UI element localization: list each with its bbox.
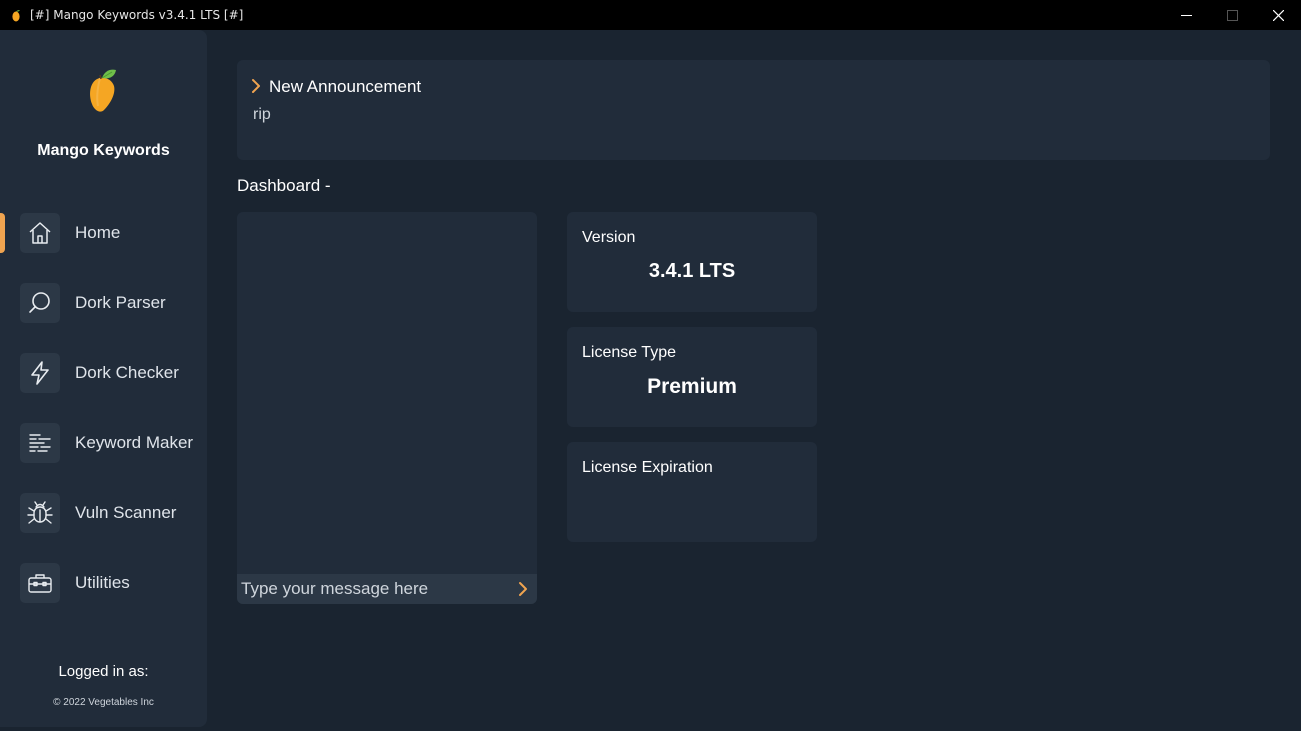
sidebar-item-keyword-maker[interactable]: Keyword Maker: [0, 421, 207, 465]
mango-app-icon: [10, 8, 22, 22]
announcement-title: New Announcement: [269, 77, 422, 96]
sidebar-item-label: Utilities: [75, 573, 130, 592]
sidebar-item-label: Home: [75, 223, 121, 242]
search-icon: [20, 283, 60, 323]
dashboard-title: Dashboard -: [237, 176, 331, 195]
active-indicator: [0, 213, 5, 253]
mango-logo-icon: [86, 66, 122, 116]
home-icon: [20, 213, 60, 253]
bug-icon: [20, 493, 60, 533]
window-title: [#] Mango Keywords v3.4.1 LTS [#]: [30, 8, 244, 22]
brand-name: Mango Keywords: [37, 142, 170, 159]
lightning-icon: [20, 353, 60, 393]
version-label: Version: [582, 229, 636, 246]
maximize-button[interactable]: [1209, 0, 1255, 30]
sidebar-item-label: Dork Parser: [75, 293, 166, 312]
license-type-label: License Type: [582, 344, 676, 361]
sidebar-item-dork-checker[interactable]: Dork Checker: [0, 351, 207, 395]
maximize-icon: [1226, 9, 1238, 21]
chevron-right-icon[interactable]: [251, 78, 261, 99]
close-button[interactable]: [1255, 0, 1301, 30]
window-controls: [1163, 0, 1301, 30]
minimize-icon: [1180, 14, 1192, 16]
copyright-text: © 2022 Vegetables Inc: [53, 697, 154, 708]
sidebar-item-label: Keyword Maker: [75, 433, 194, 452]
sidebar: Mango Keywords Home Dork Parser Dork Che…: [0, 30, 207, 727]
license-expiration-label: License Expiration: [582, 459, 713, 476]
title-bar: [#] Mango Keywords v3.4.1 LTS [#]: [0, 0, 1301, 30]
license-type-card: License Type Premium: [567, 327, 817, 427]
toolbox-icon: [20, 563, 60, 603]
version-card: Version 3.4.1 LTS: [567, 212, 817, 312]
logged-in-label: Logged in as:: [58, 663, 149, 680]
license-expiration-card: License Expiration: [567, 442, 817, 542]
version-value: 3.4.1 LTS: [648, 260, 736, 282]
sidebar-item-dork-parser[interactable]: Dork Parser: [0, 281, 207, 325]
sidebar-item-utilities[interactable]: Utilities: [0, 561, 207, 605]
chat-panel: [237, 212, 537, 604]
announcement-panel: New Announcement rip: [237, 60, 1270, 160]
sidebar-item-vuln-scanner[interactable]: Vuln Scanner: [0, 491, 207, 535]
chat-message-input[interactable]: [241, 577, 511, 601]
chat-input-bar: [237, 574, 537, 604]
send-chevron-icon[interactable]: [517, 581, 531, 597]
sidebar-item-label: Vuln Scanner: [75, 503, 177, 522]
list-icon: [20, 423, 60, 463]
announcement-body: rip: [253, 106, 271, 123]
license-type-value: Premium: [647, 375, 737, 398]
close-icon: [1272, 9, 1284, 21]
minimize-button[interactable]: [1163, 0, 1209, 30]
sidebar-item-home[interactable]: Home: [0, 211, 207, 255]
sidebar-item-label: Dork Checker: [75, 363, 179, 382]
